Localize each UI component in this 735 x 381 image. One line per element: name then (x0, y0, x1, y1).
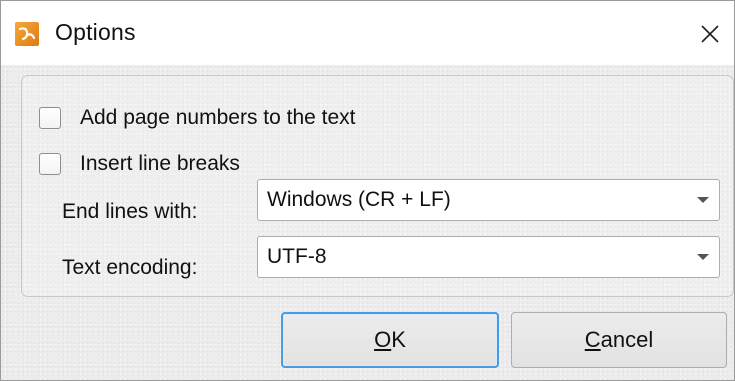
title-bar: Options (1, 1, 734, 65)
ok-button-label: K (391, 327, 406, 352)
cancel-button-mnemonic: C (584, 327, 601, 352)
chevron-down-icon (697, 254, 709, 260)
insert-line-breaks-option[interactable]: Insert line breaks (39, 152, 240, 176)
cancel-button[interactable]: Cancel (511, 312, 727, 368)
cancel-button-label: ancel (600, 327, 654, 352)
insert-line-breaks-checkbox[interactable] (39, 153, 61, 175)
close-button[interactable] (686, 11, 734, 57)
dialog-body: Add page numbers to the text Insert line… (1, 65, 734, 380)
end-lines-label: End lines with: (62, 200, 198, 223)
text-encoding-value: UTF-8 (267, 245, 327, 268)
dialog-title: Options (55, 19, 136, 45)
add-page-numbers-option[interactable]: Add page numbers to the text (39, 106, 356, 130)
close-icon (701, 25, 719, 43)
options-dialog: Options Add page numbers to the text Ins… (0, 0, 735, 381)
text-encoding-label: Text encoding: (62, 256, 198, 279)
chevron-down-icon (697, 197, 709, 203)
ok-button-mnemonic: O (374, 327, 392, 352)
options-group: Add page numbers to the text Insert line… (21, 75, 734, 297)
ok-button[interactable]: OK (281, 312, 499, 368)
app-icon (15, 22, 39, 46)
add-page-numbers-checkbox[interactable] (39, 107, 61, 129)
end-lines-select[interactable]: Windows (CR + LF) (257, 179, 720, 221)
end-lines-value: Windows (CR + LF) (267, 188, 451, 211)
add-page-numbers-label: Add page numbers to the text (80, 106, 356, 129)
insert-line-breaks-label: Insert line breaks (80, 152, 240, 175)
text-encoding-select[interactable]: UTF-8 (257, 236, 720, 278)
